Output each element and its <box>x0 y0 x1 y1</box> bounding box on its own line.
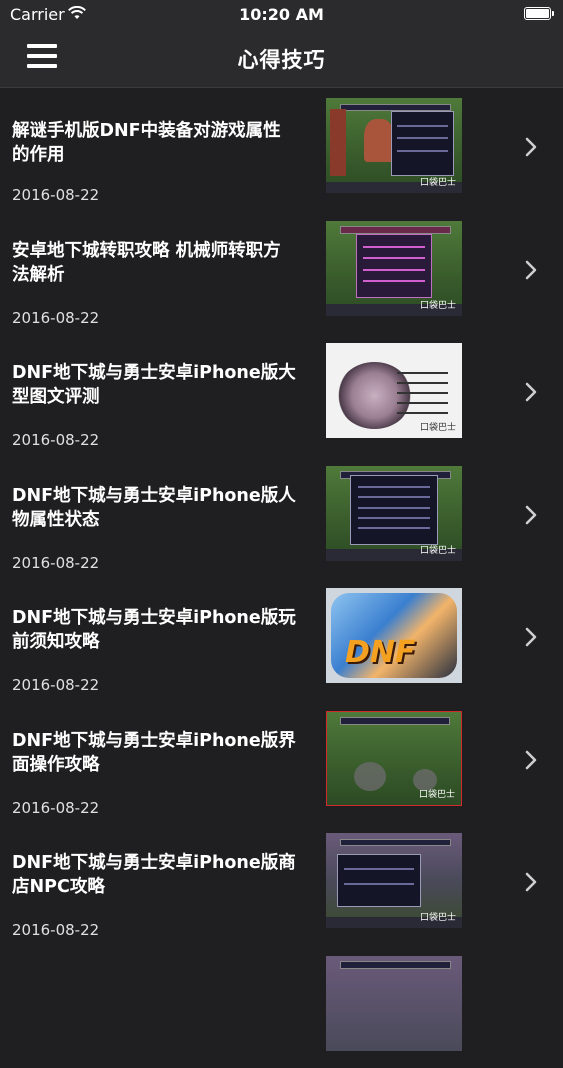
item-thumbnail <box>326 955 462 1051</box>
list-item[interactable]: DNF地下城与勇士安卓iPhone版界面操作攻略 2016-08-22 口袋巴士 <box>0 677 563 817</box>
chevron-right-icon <box>521 259 541 281</box>
list-item[interactable]: 解谜手机版DNF中装备对游戏属性的作用 2016-08-22 口袋巴士 <box>0 64 563 204</box>
item-thumbnail: 口袋巴士 <box>326 220 462 316</box>
article-list: 解谜手机版DNF中装备对游戏属性的作用 2016-08-22 口袋巴士 安卓地下… <box>0 88 563 1068</box>
chevron-right-icon <box>521 626 541 648</box>
chevron-right-icon <box>521 136 541 158</box>
list-item[interactable]: DNF地下城与勇士安卓iPhone版商店NPC攻略 2016-08-22 口袋巴… <box>0 799 563 939</box>
chevron-right-icon <box>521 749 541 771</box>
chevron-right-icon <box>521 381 541 403</box>
list-item[interactable]: DNF地下城与勇士安卓iPhone版玩前须知攻略 2016-08-22 DNF <box>0 554 563 694</box>
item-thumbnail: 口袋巴士 <box>326 465 462 561</box>
item-title: DNF地下城与勇士安卓iPhone版商店NPC攻略 <box>12 853 296 897</box>
item-title: DNF地下城与勇士安卓iPhone版人物属性状态 <box>12 485 296 530</box>
item-thumbnail: 口袋巴士 <box>326 98 462 193</box>
chevron-right-icon <box>521 504 541 526</box>
list-item[interactable] <box>0 922 563 1051</box>
status-bar: Carrier 10:20 AM <box>0 0 563 30</box>
item-thumbnail: 口袋巴士 <box>326 343 462 438</box>
item-thumbnail: 口袋巴士 <box>326 710 462 806</box>
item-title: 解谜手机版DNF中装备对游戏属性的作用 <box>12 121 281 165</box>
item-thumbnail: 口袋巴士 <box>326 833 462 928</box>
list-item[interactable]: DNF地下城与勇士安卓iPhone版人物属性状态 2016-08-22 口袋巴士 <box>0 432 563 572</box>
item-title: DNF地下城与勇士安卓iPhone版玩前须知攻略 <box>12 608 296 652</box>
list-item[interactable]: 安卓地下城转职攻略 机械师转职方法解析 2016-08-22 口袋巴士 <box>0 187 563 327</box>
chevron-right-icon <box>521 871 541 893</box>
thumb-badge: 口袋巴士 <box>418 789 455 800</box>
item-thumbnail: DNF <box>326 588 462 683</box>
status-time: 10:20 AM <box>239 5 324 24</box>
item-title: DNF地下城与勇士安卓iPhone版界面操作攻略 <box>12 730 296 775</box>
item-title: DNF地下城与勇士安卓iPhone版大型图文评测 <box>12 363 296 407</box>
list-item[interactable]: DNF地下城与勇士安卓iPhone版大型图文评测 2016-08-22 口袋巴士 <box>0 309 563 449</box>
item-title: 安卓地下城转职攻略 机械师转职方法解析 <box>12 240 281 285</box>
dnf-logo: DNF <box>345 634 416 670</box>
battery-icon <box>524 7 554 20</box>
